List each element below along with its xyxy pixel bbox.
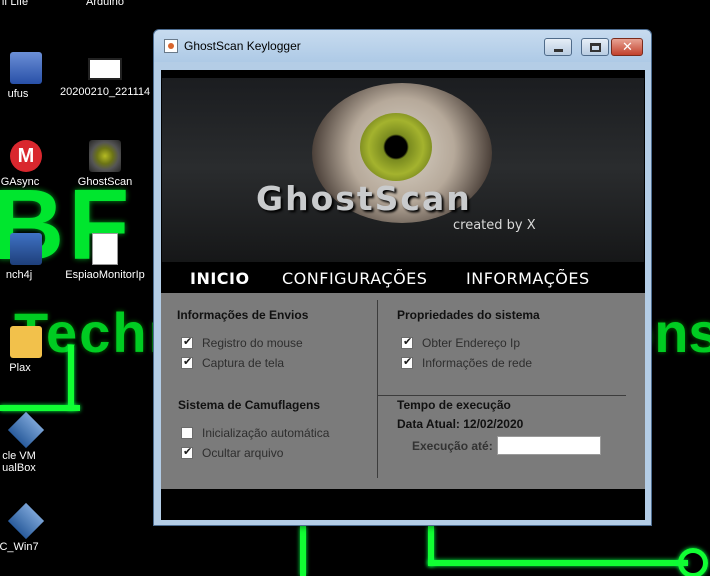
- data-atual: Data Atual: 12/02/2020: [397, 417, 524, 431]
- desktop-icon[interactable]: ufus: [0, 52, 60, 100]
- ghostscan-window: GhostScan Keylogger ✕ GhostScan created …: [153, 29, 652, 526]
- desktop-icon[interactable]: nch4j: [0, 233, 60, 281]
- maximize-button[interactable]: [581, 38, 609, 56]
- sistema-title: Propriedades do sistema: [397, 308, 540, 322]
- checkbox-info-rede[interactable]: Informações de rede: [401, 355, 533, 370]
- plex-icon: [10, 326, 42, 358]
- circuit-line: [428, 560, 688, 566]
- main-nav: Inicio Configurações Informações: [161, 263, 645, 293]
- checkbox-ocultar-arquivo[interactable]: Ocultar arquivo: [181, 445, 284, 460]
- execucao-label: Execução até:: [412, 439, 493, 453]
- desktop-icon[interactable]: Arduino: [60, 0, 150, 8]
- desktop-icon-label: 20200210_221114: [60, 86, 151, 98]
- desktop-icon[interactable]: lf Life: [0, 0, 60, 8]
- checkbox-label: Obter Endereço Ip: [422, 336, 521, 350]
- desktop-icon-label: C_Win7: [0, 541, 39, 553]
- desktop-icon-label: ualBox: [2, 462, 36, 474]
- desktop-icon[interactable]: GhostScan: [60, 140, 150, 188]
- window-footer: [161, 489, 645, 520]
- ghostscan-shortcut-icon: [89, 140, 121, 172]
- circuit-line: [68, 345, 74, 410]
- desktop-icon-label: nch4j: [5, 269, 33, 281]
- nav-informacoes[interactable]: Informações: [466, 269, 590, 288]
- checkbox-captura-tela[interactable]: Captura de tela: [181, 355, 285, 370]
- logo-text: GhostScan: [256, 179, 472, 218]
- settings-panel: Informações de Envios Registro do mouse …: [161, 293, 645, 489]
- usb-shield-icon: [10, 52, 42, 84]
- minimize-button[interactable]: [544, 38, 572, 56]
- desktop-icon[interactable]: M GAsync: [0, 140, 60, 188]
- checkbox-label: Ocultar arquivo: [202, 446, 284, 460]
- circuit-node: [678, 548, 708, 576]
- checkbox-label: Informações de rede: [422, 356, 533, 370]
- desktop-icon-label: cle VM: [2, 450, 36, 462]
- checkbox-registro-mouse[interactable]: Registro do mouse: [181, 335, 303, 350]
- desktop-icon[interactable]: cle VM ualBox: [0, 411, 60, 474]
- desktop-icon[interactable]: C_Win7: [0, 502, 60, 553]
- checkbox-box[interactable]: [181, 355, 193, 369]
- close-button[interactable]: ✕: [611, 38, 643, 56]
- desktop-icon-label: EspiaoMonitorIp: [65, 269, 145, 281]
- checkbox-obter-ip[interactable]: Obter Endereço Ip: [401, 335, 521, 350]
- window-title: GhostScan Keylogger: [184, 39, 301, 53]
- nav-configuracoes[interactable]: Configurações: [282, 269, 427, 288]
- image-file-icon: [88, 58, 122, 80]
- circuit-line: [0, 405, 80, 411]
- desktop-icon[interactable]: Plax: [0, 326, 60, 374]
- maximize-icon: [590, 43, 601, 52]
- circuit-line: [300, 526, 306, 576]
- desktop-icon-label: lf Life: [1, 0, 29, 8]
- java-app-icon: [164, 39, 178, 53]
- java-file-icon: [92, 233, 118, 265]
- checkbox-box[interactable]: [181, 427, 193, 439]
- checkbox-label: Inicialização automática: [202, 426, 330, 440]
- checkbox-box[interactable]: [401, 335, 413, 349]
- checkbox-inicializacao[interactable]: Inicialização automática: [181, 426, 329, 440]
- desktop-icon-label: GhostScan: [77, 176, 133, 188]
- logo-subtitle: created by X: [453, 218, 536, 233]
- divider: [377, 395, 626, 396]
- checkbox-box[interactable]: [181, 445, 193, 459]
- checkbox-box[interactable]: [401, 355, 413, 369]
- envios-title: Informações de Envios: [177, 308, 309, 322]
- minimize-icon: [554, 49, 563, 52]
- checkbox-label: Captura de tela: [202, 356, 285, 370]
- virtualbox-vm-icon: [7, 502, 45, 540]
- desktop-icon-label: Plax: [9, 362, 31, 374]
- desktop-icon-label: Arduino: [86, 0, 124, 8]
- mega-icon: M: [10, 140, 42, 172]
- checkbox-box[interactable]: [181, 335, 193, 349]
- divider: [377, 300, 378, 478]
- launch4j-icon: [10, 233, 42, 265]
- desktop-icon-label: GAsync: [0, 176, 40, 188]
- desktop-icon-label: ufus: [7, 88, 29, 100]
- desktop-icon[interactable]: EspiaoMonitorIp: [60, 233, 150, 281]
- window-content: GhostScan created by X Inicio Configuraç…: [161, 70, 645, 520]
- title-bar[interactable]: GhostScan Keylogger ✕: [154, 30, 651, 62]
- close-icon: ✕: [622, 40, 633, 55]
- desktop-icon[interactable]: 20200210_221114: [60, 58, 150, 98]
- camuflagens-title: Sistema de Camuflagens: [178, 398, 321, 412]
- nav-inicio[interactable]: Inicio: [190, 269, 250, 288]
- virtualbox-icon: [7, 411, 45, 449]
- checkbox-label: Registro do mouse: [202, 336, 303, 350]
- app-banner: GhostScan created by X: [162, 73, 644, 262]
- execucao-ate-input[interactable]: [497, 436, 601, 455]
- eye-iris: [360, 113, 432, 181]
- tempo-title: Tempo de execução: [397, 398, 511, 412]
